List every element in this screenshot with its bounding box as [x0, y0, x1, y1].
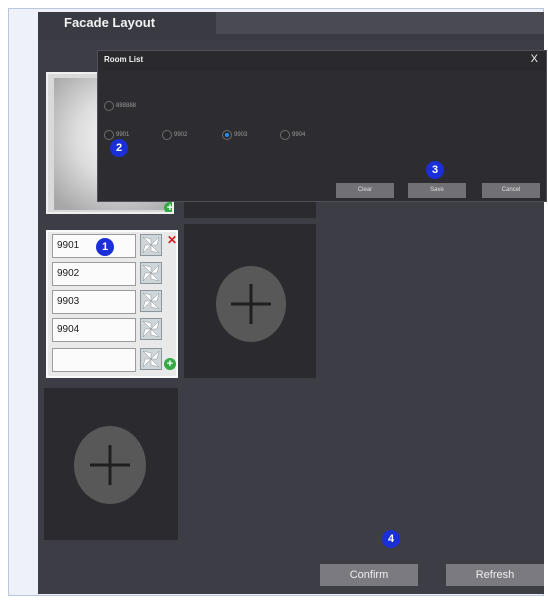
- green-plus-icon[interactable]: +: [164, 358, 176, 370]
- window-title: Facade Layout: [38, 12, 214, 40]
- room-row[interactable]: 9903: [52, 290, 136, 314]
- close-icon[interactable]: X: [531, 53, 538, 65]
- plus-icon[interactable]: [74, 426, 146, 504]
- room-label: 9903: [57, 296, 80, 307]
- dialog-title: Room List: [104, 55, 144, 64]
- room-label: 9904: [57, 324, 80, 335]
- radio-option[interactable]: [104, 101, 114, 111]
- pinwheel-icon[interactable]: [140, 348, 162, 370]
- annotation-badge-4: 4: [382, 530, 400, 548]
- title-bar-filler: [216, 12, 544, 34]
- confirm-button[interactable]: Confirm: [320, 564, 418, 586]
- room-row[interactable]: 9902: [52, 262, 136, 286]
- radio-option[interactable]: [104, 130, 114, 140]
- pinwheel-icon[interactable]: [140, 318, 162, 340]
- room-list-dialog: Room List X 888888 9901 9902 9903 9904 2…: [97, 50, 547, 202]
- refresh-button[interactable]: Refresh: [446, 564, 544, 586]
- empty-module-slot[interactable]: [184, 224, 316, 378]
- radio-label: 9902: [174, 132, 188, 138]
- annotation-badge-1: 1: [96, 238, 114, 256]
- pinwheel-icon[interactable]: [140, 262, 162, 284]
- pinwheel-icon[interactable]: [140, 290, 162, 312]
- annotation-badge-3: 3: [426, 161, 444, 179]
- radio-label: 888888: [116, 103, 137, 109]
- plus-icon[interactable]: [216, 266, 286, 342]
- annotation-badge-2: 2: [110, 139, 128, 157]
- room-row-empty[interactable]: [52, 348, 136, 372]
- radio-option[interactable]: [162, 130, 172, 140]
- radio-label: 9903: [234, 132, 248, 138]
- room-list-panel: ✕ 9901 9902 9903 9904 + 1: [46, 230, 178, 378]
- room-row[interactable]: 9901: [52, 234, 136, 258]
- room-label: 9901: [57, 240, 80, 251]
- clear-button[interactable]: Clear: [336, 183, 394, 198]
- dialog-header: Room List X: [98, 51, 546, 71]
- pinwheel-icon[interactable]: [140, 234, 162, 256]
- cancel-button[interactable]: Cancel: [482, 183, 540, 198]
- green-plus-icon[interactable]: +: [164, 202, 172, 212]
- radio-option-selected[interactable]: [222, 130, 232, 140]
- room-row[interactable]: 9904: [52, 318, 136, 342]
- room-label: 9902: [57, 268, 80, 279]
- title-bar: Facade Layout: [38, 12, 544, 40]
- save-button[interactable]: Save: [408, 183, 466, 198]
- radio-option[interactable]: [280, 130, 290, 140]
- empty-module-slot[interactable]: [44, 388, 178, 540]
- radio-label: 9904: [292, 132, 306, 138]
- close-icon[interactable]: ✕: [166, 234, 178, 246]
